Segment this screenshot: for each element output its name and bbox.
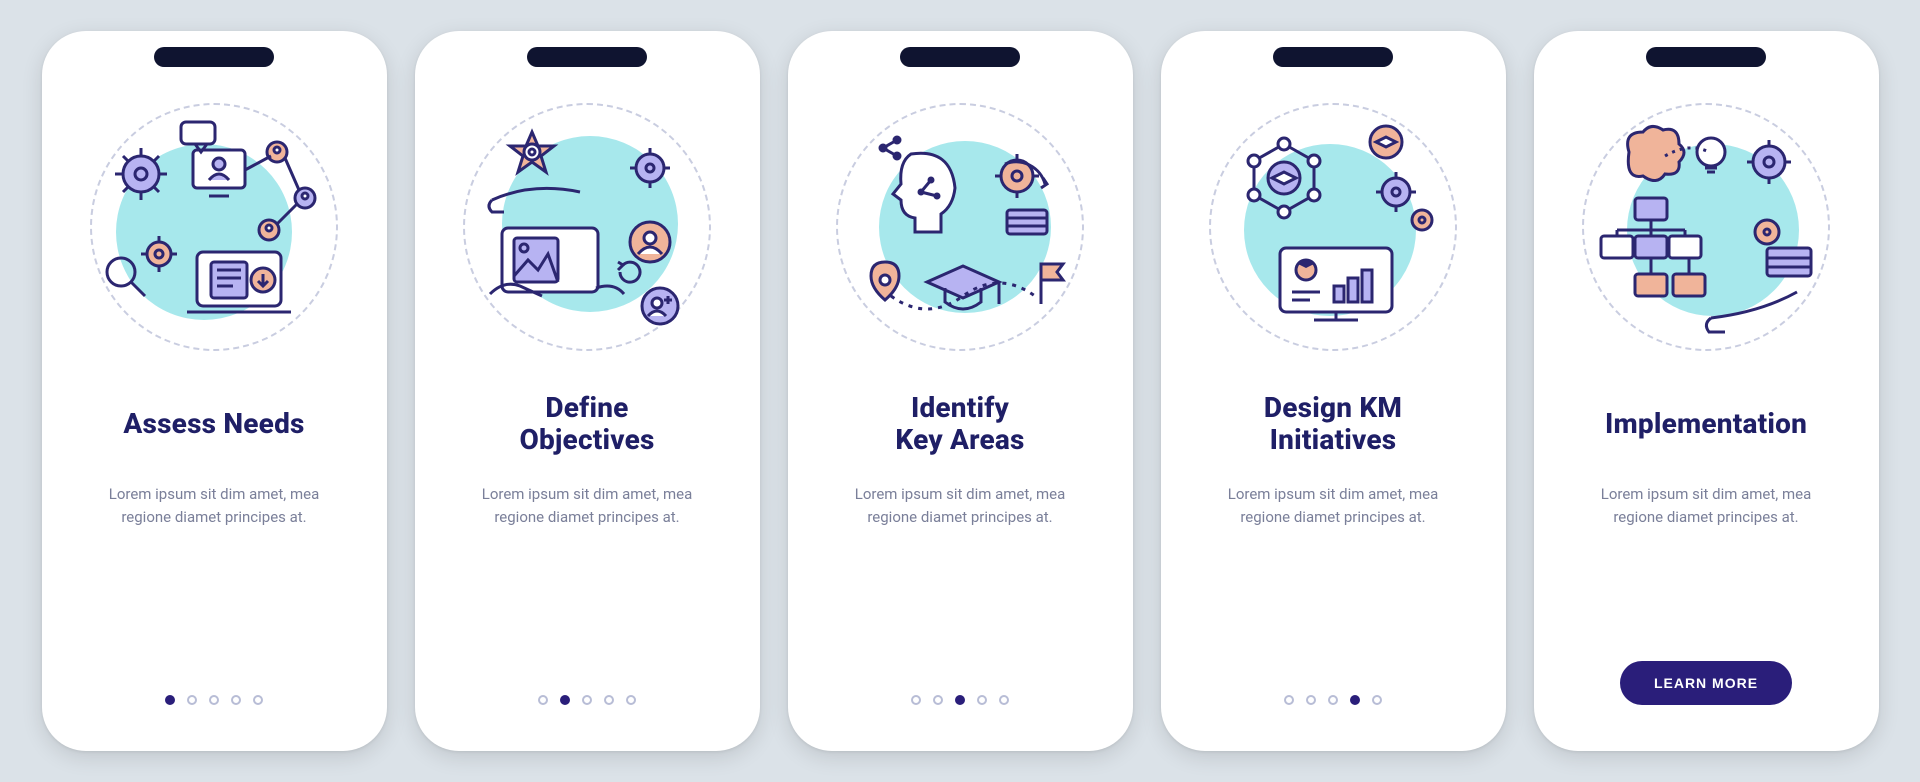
screen-description: Lorem ipsum sit dim amet, mea regione di…	[457, 483, 717, 530]
page-dot-2[interactable]	[933, 695, 943, 705]
page-dot-4[interactable]	[1350, 695, 1360, 705]
screen-description: Lorem ipsum sit dim amet, mea regione di…	[830, 483, 1090, 530]
define-objectives-icon	[472, 112, 702, 342]
screen-title: Define Objectives	[519, 391, 654, 457]
screen-implementation: Implementation Lorem ipsum sit dim amet,…	[1534, 31, 1879, 751]
pagination	[1189, 695, 1478, 715]
page-dot-2[interactable]	[187, 695, 197, 705]
page-dots	[538, 695, 636, 705]
onboarding-carousel: Assess Needs Lorem ipsum sit dim amet, m…	[22, 11, 1899, 771]
identify-key-areas-icon	[845, 112, 1075, 342]
page-dot-3[interactable]	[1328, 695, 1338, 705]
page-dot-4[interactable]	[977, 695, 987, 705]
page-dot-3[interactable]	[582, 695, 592, 705]
screen-title: Design KM Initiatives	[1264, 391, 1402, 457]
page-dots	[1284, 695, 1382, 705]
assess-needs-icon	[99, 112, 329, 342]
cta-area: LEARN MORE	[1562, 661, 1851, 715]
screen-title: Implementation	[1605, 391, 1807, 457]
screen-design-km-initiatives: Design KM Initiatives Lorem ipsum sit di…	[1161, 31, 1506, 751]
page-dots	[911, 695, 1009, 705]
page-dot-5[interactable]	[253, 695, 263, 705]
page-dot-1[interactable]	[538, 695, 548, 705]
illustration-identify-key-areas	[830, 97, 1090, 357]
implementation-icon	[1591, 112, 1821, 342]
page-dot-5[interactable]	[626, 695, 636, 705]
page-dot-4[interactable]	[231, 695, 241, 705]
screen-description: Lorem ipsum sit dim amet, mea regione di…	[84, 483, 344, 530]
page-dot-2[interactable]	[560, 695, 570, 705]
screen-description: Lorem ipsum sit dim amet, mea regione di…	[1203, 483, 1463, 530]
illustration-design-km-initiatives	[1203, 97, 1463, 357]
page-dot-1[interactable]	[165, 695, 175, 705]
pagination	[443, 695, 732, 715]
screen-title: Assess Needs	[123, 391, 304, 457]
page-dot-1[interactable]	[1284, 695, 1294, 705]
screen-assess-needs: Assess Needs Lorem ipsum sit dim amet, m…	[42, 31, 387, 751]
pagination	[816, 695, 1105, 715]
design-km-initiatives-icon	[1218, 112, 1448, 342]
page-dot-3[interactable]	[955, 695, 965, 705]
page-dot-4[interactable]	[604, 695, 614, 705]
page-dot-5[interactable]	[999, 695, 1009, 705]
screen-description: Lorem ipsum sit dim amet, mea regione di…	[1576, 483, 1836, 530]
learn-more-button[interactable]: LEARN MORE	[1620, 661, 1792, 705]
illustration-define-objectives	[457, 97, 717, 357]
screen-title: Identify Key Areas	[895, 391, 1024, 457]
page-dot-3[interactable]	[209, 695, 219, 705]
screen-identify-key-areas: Identify Key Areas Lorem ipsum sit dim a…	[788, 31, 1133, 751]
illustration-assess-needs	[84, 97, 344, 357]
screen-define-objectives: Define Objectives Lorem ipsum sit dim am…	[415, 31, 760, 751]
illustration-implementation	[1576, 97, 1836, 357]
page-dot-2[interactable]	[1306, 695, 1316, 705]
page-dots	[165, 695, 263, 705]
pagination	[70, 695, 359, 715]
page-dot-5[interactable]	[1372, 695, 1382, 705]
page-dot-1[interactable]	[911, 695, 921, 705]
